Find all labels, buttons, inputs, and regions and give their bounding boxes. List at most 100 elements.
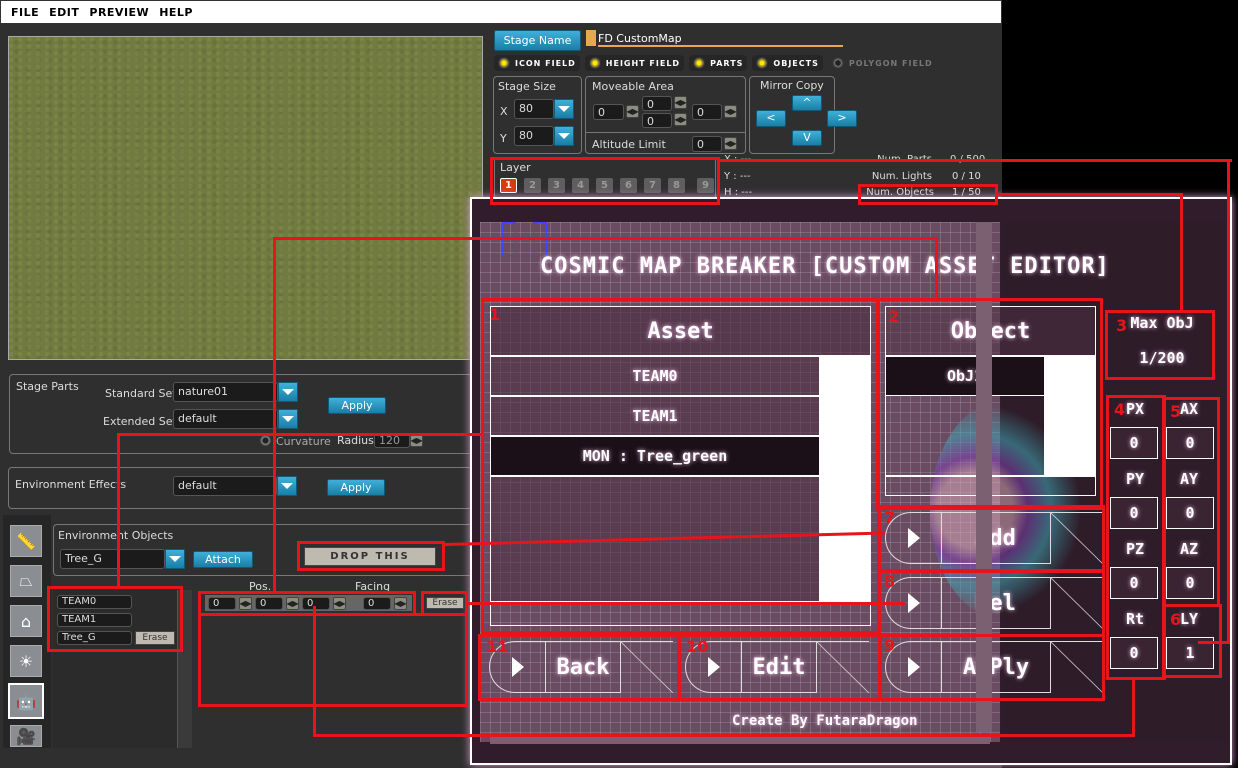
annotation-box: [421, 591, 468, 616]
annotation-number: 5: [1170, 402, 1182, 421]
extended-set-dropdown[interactable]: [278, 409, 298, 429]
annotation-box: [878, 505, 1105, 572]
moveable-bottom-field[interactable]: 0: [642, 113, 672, 128]
spin-arrows-icon[interactable]: ◀▶: [724, 105, 737, 118]
annotation-box: [297, 541, 445, 571]
stage-size-x-field[interactable]: 80: [514, 99, 554, 119]
credit-text: Create By FutaraDragon: [732, 713, 918, 729]
environment-objects-select[interactable]: Tree_G: [60, 549, 165, 569]
menu-help[interactable]: HELP: [159, 6, 193, 19]
annotation-box: [858, 184, 998, 205]
stage-parts-panel: Stage Parts Standard Set nature01 Extend…: [9, 374, 479, 454]
moveable-right-field[interactable]: 0: [692, 104, 722, 120]
stage-size-y-field[interactable]: 80: [514, 126, 554, 146]
menu-edit[interactable]: EDIT: [49, 6, 79, 19]
asset-editor-title: COSMIC MAP BREAKER [CUSTOM ASSET EDITOR]: [540, 254, 1110, 279]
divider: [586, 132, 745, 133]
environment-effects-apply-button[interactable]: Apply: [327, 479, 385, 496]
radio-on-icon: [693, 57, 706, 69]
spin-arrows-icon[interactable]: ◀▶: [674, 96, 687, 109]
annotation-number: 8: [884, 572, 896, 591]
editor-horizontal-scrollbar[interactable]: [490, 736, 990, 744]
spin-arrows-icon[interactable]: ◀▶: [724, 137, 737, 150]
stage-size-panel: Stage Size X 80 Y 80: [493, 76, 582, 154]
annotation-number: 3: [1116, 316, 1128, 335]
annotation-box: [876, 298, 1103, 510]
num-lights-value: 0 / 10: [952, 171, 981, 182]
mirror-up-button[interactable]: ^: [792, 95, 822, 111]
altitude-limit-label: Altitude Limit: [592, 138, 666, 151]
connector-line: [313, 734, 1135, 737]
environment-effects-dropdown[interactable]: [277, 476, 297, 496]
objects-radio[interactable]: OBJECTS: [752, 55, 823, 71]
environment-objects-dropdown[interactable]: [165, 549, 185, 569]
map-preview[interactable]: [8, 36, 483, 360]
curvature-label: Curvature: [276, 435, 331, 448]
attach-button[interactable]: Attach: [193, 551, 253, 568]
mirror-down-button[interactable]: V: [792, 130, 822, 146]
spin-arrows-icon[interactable]: ◀▶: [626, 105, 639, 118]
environment-objects-title: Environment Objects: [58, 529, 174, 542]
connector-line: [1227, 159, 1230, 644]
mirror-right-button[interactable]: >: [827, 110, 857, 127]
stage-parts-apply-button[interactable]: Apply: [328, 397, 386, 414]
annotation-box: [490, 157, 720, 205]
environment-effects-title: Environment Effects: [15, 478, 127, 491]
annotation-box: [1162, 397, 1220, 607]
stage-size-y-dropdown[interactable]: [554, 126, 574, 146]
light-icon[interactable]: ☀: [10, 645, 42, 677]
connector-line: [117, 433, 120, 588]
annotation-box: [878, 634, 1105, 701]
annotation-box: [878, 570, 1105, 637]
camera-icon[interactable]: 🎥: [10, 725, 42, 747]
annotation-box: [1106, 395, 1166, 680]
moveable-top-field[interactable]: 0: [642, 96, 672, 111]
connector-line: [313, 606, 316, 736]
connector-line: [273, 237, 276, 591]
stage-name-input[interactable]: FD CustomMap: [598, 31, 843, 47]
annotation-number: 6: [1170, 610, 1182, 629]
extended-set-select[interactable]: default: [173, 409, 278, 429]
environment-effects-select[interactable]: default: [173, 476, 277, 496]
connector-line: [1132, 678, 1135, 736]
altitude-limit-field[interactable]: 0: [692, 136, 722, 152]
moveable-left-field[interactable]: 0: [593, 104, 624, 120]
annotation-box: [47, 586, 183, 652]
annotation-number: 10: [686, 637, 709, 656]
mirror-copy-title: Mirror Copy: [760, 79, 824, 92]
annotation-number: 9: [884, 636, 896, 655]
tool-sidebar: 📏 ⏢ ⌂ ☀ 🤖 🎥: [3, 515, 51, 748]
box-icon[interactable]: ⌂: [10, 605, 42, 637]
standard-set-select[interactable]: nature01: [173, 382, 278, 402]
curvature-radio[interactable]: [260, 435, 271, 446]
polygon-field-radio[interactable]: POLYGON FIELD: [828, 55, 937, 71]
menu-preview[interactable]: PREVIEW: [89, 6, 149, 19]
radio-off-icon: [831, 57, 844, 69]
annotation-number: 4: [1114, 400, 1126, 419]
height-field-radio[interactable]: HEIGHT FIELD: [584, 55, 685, 71]
connector-line: [1180, 193, 1183, 313]
annotation-box: [478, 634, 681, 701]
spin-arrows-icon[interactable]: ◀▶: [674, 113, 687, 126]
mirror-copy-panel: Mirror Copy ^ < > V: [749, 76, 857, 154]
connector-line: [720, 159, 1232, 162]
robot-icon[interactable]: 🤖: [8, 683, 44, 719]
connector-line: [117, 433, 482, 436]
ruler-icon[interactable]: 📏: [10, 525, 42, 557]
stage-name-button[interactable]: Stage Name: [494, 30, 581, 51]
standard-set-dropdown[interactable]: [278, 382, 298, 402]
radio-on-icon: [498, 57, 510, 69]
menu-bar: FILE EDIT PREVIEW HELP: [0, 0, 1002, 24]
plane-icon[interactable]: ⏢: [10, 565, 42, 597]
icon-field-radio[interactable]: ICON FIELD: [494, 55, 580, 71]
stage-size-x-dropdown[interactable]: [554, 99, 574, 119]
stage-parts-title: Stage Parts: [16, 380, 79, 393]
connector-line: [465, 602, 905, 605]
connector-line: [998, 193, 1183, 196]
parts-radio[interactable]: PARTS: [689, 55, 748, 71]
menu-file[interactable]: FILE: [11, 6, 39, 19]
y-label: Y: [500, 132, 507, 145]
connector-line: [1198, 641, 1230, 644]
radio-on-icon: [588, 57, 601, 69]
mirror-left-button[interactable]: <: [756, 110, 786, 127]
